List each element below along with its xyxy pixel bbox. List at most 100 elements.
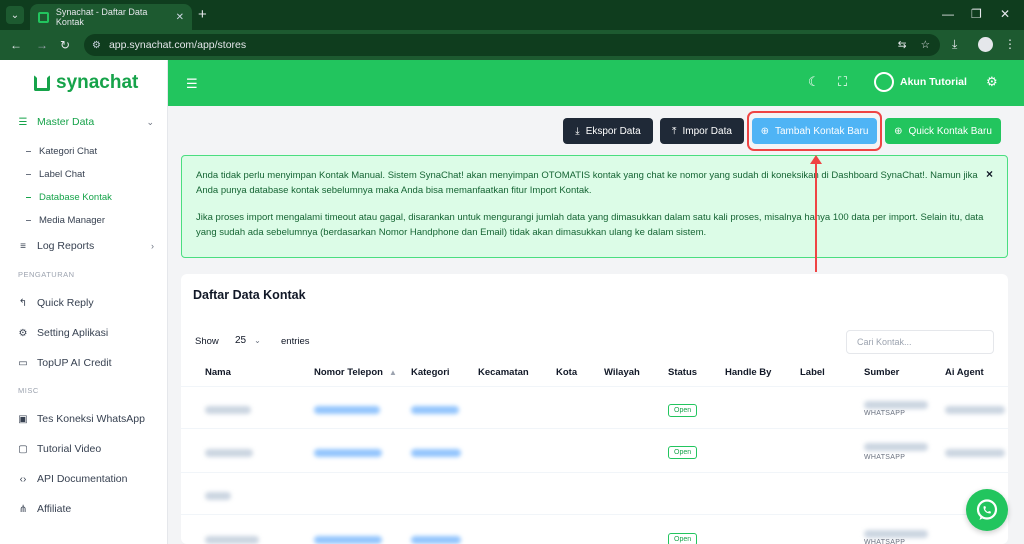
sidebar-item-tutorial-video[interactable]: ▢ Tutorial Video [18,443,154,455]
hamburger-menu-icon[interactable]: ☰ [186,76,198,92]
column-header-wilayah[interactable]: Wilayah [604,367,640,378]
sidebar-item-label-chat[interactable]: Label Chat [26,169,85,180]
redacted-category [411,406,459,414]
card-title: Daftar Data Kontak [193,288,306,302]
whatsapp-chat-button[interactable] [966,489,1008,531]
logo-text: synachat [56,72,139,93]
sidebar-item-topup[interactable]: ▭ TopUP AI Credit [18,357,154,369]
browser-address-bar: ← → ↻ ⚙ app.synachat.com/app/stores ⇆ ☆ … [0,30,1024,60]
alert-paragraph-2: Jika proses import mengalami timeout ata… [196,212,984,238]
impor-data-button[interactable]: ⤒ Impor Data [660,118,744,144]
whatsapp-icon [976,499,998,520]
table-header-divider [181,386,1008,387]
fullscreen-icon[interactable]: ⛶ [838,74,847,90]
section-label-pengaturan: PENGATURAN [18,270,75,279]
redacted-category [411,449,461,457]
sidebar-item-label: Media Manager [39,215,106,226]
forward-icon[interactable]: → [36,38,48,52]
search-kontak-input[interactable] [846,330,994,354]
button-label: Quick Kontak Baru [908,125,992,137]
source-label: WHATSAPP [864,410,906,417]
column-header-status[interactable]: Status [668,367,697,378]
column-header-nama[interactable]: Nama [205,367,231,378]
dash-icon [26,174,31,175]
redacted-source [864,443,928,451]
column-header-handle-by[interactable]: Handle By [725,367,771,378]
tab-close-icon[interactable]: ✕ [176,12,184,23]
column-header-kecamatan[interactable]: Kecamatan [478,367,529,378]
sidebar: synachat ☰ Master Data ⌄ Kategori Chat L… [0,60,168,544]
sidebar-item-setting-aplikasi[interactable]: ⚙ Setting Aplikasi [18,327,154,339]
code-icon: ‹› [19,473,27,485]
sidebar-item-master-data[interactable]: ☰ Master Data ⌄ [18,116,154,128]
redacted-name [205,536,259,544]
status-badge: Open [668,446,698,459]
column-header-nomor-telepon[interactable]: Nomor Telepon ▲ [314,367,397,378]
app-topbar: ☰ ☾ ⛶ Akun Tutorial ⚙ [168,60,1024,106]
user-avatar[interactable] [874,72,894,92]
sidebar-item-label: Log Reports [37,240,95,252]
sidebar-item-label: Affiliate [37,503,72,515]
quick-kontak-baru-button[interactable]: ⊕ Quick Kontak Baru [885,118,1001,144]
network-icon: ⋔ [18,503,28,515]
url-field[interactable]: ⚙ app.synachat.com/app/stores ⇆ ☆ [84,34,940,56]
minimize-icon[interactable]: — [942,7,954,21]
plus-circle-icon: ⊕ [894,125,903,137]
show-label: Show [195,336,219,347]
redacted-source [864,530,928,538]
redacted-agent [945,406,1005,414]
user-name[interactable]: Akun Tutorial [900,76,967,88]
new-tab-icon[interactable]: + [198,6,207,23]
sidebar-item-media-manager[interactable]: Media Manager [26,215,105,226]
entries-label: entries [281,336,310,347]
sidebar-item-label: Tes Koneksi WhatsApp [37,413,145,425]
chevron-right-icon: › [151,241,154,251]
reload-icon[interactable]: ↻ [60,38,70,52]
column-header-kota[interactable]: Kota [556,367,577,378]
bookmark-star-icon[interactable]: ☆ [921,39,930,51]
chevron-down-icon: ⌄ [146,116,154,127]
entries-select[interactable]: 25 ⌄ [227,329,275,351]
sidebar-item-affiliate[interactable]: ⋔ Affiliate [18,503,154,515]
sort-asc-icon: ▲ [388,368,397,377]
sidebar-item-kategori-chat[interactable]: Kategori Chat [26,146,97,157]
alert-paragraph-1: Anda tidak perlu menyimpan Kontak Manual… [196,170,978,196]
column-header-label[interactable]: Label [800,367,825,378]
upload-icon: ⤒ [672,125,677,137]
button-label: Ekspor Data [585,125,641,137]
sidebar-item-log-reports[interactable]: ≡ Log Reports › [18,240,154,252]
sidebar-item-label: Kategori Chat [39,146,98,157]
synachat-logo[interactable]: synachat [34,72,138,94]
sidebar-item-label: Database Kontak [39,192,112,203]
chat-icon: ▣ [18,413,28,425]
entries-value: 25 [235,334,247,346]
redacted-name [205,492,231,500]
back-icon[interactable]: ← [10,38,22,52]
translate-icon[interactable]: ⇆ [898,39,907,51]
browser-menu-icon[interactable]: ⋮ [1004,37,1016,51]
redacted-source [864,401,928,409]
site-info-icon[interactable]: ⚙ [92,40,101,51]
settings-gear-icon[interactable]: ⚙ [986,74,998,90]
window-close-icon[interactable]: ✕ [1000,7,1010,21]
browser-profile-avatar[interactable] [978,37,993,52]
tab-search-icon[interactable]: ⌄ [6,6,24,24]
sidebar-item-api-docs[interactable]: ‹› API Documentation [18,473,154,485]
ekspor-data-button[interactable]: ⤓ Ekspor Data [563,118,653,144]
sidebar-item-tes-koneksi[interactable]: ▣ Tes Koneksi WhatsApp [18,413,154,425]
alert-close-icon[interactable]: × [986,167,993,182]
credit-card-icon: ▭ [18,357,28,369]
column-header-kategori[interactable]: Kategori [411,367,450,378]
column-header-ai-agent[interactable]: Ai Agent [945,367,984,378]
restore-icon[interactable]: ❐ [971,7,982,21]
list-icon: ☰ [18,116,28,128]
sidebar-item-database-kontak[interactable]: Database Kontak [26,192,112,203]
redacted-name [205,406,251,414]
table-row-divider [181,514,1008,515]
dark-mode-moon-icon[interactable]: ☾ [808,74,820,90]
column-header-sumber[interactable]: Sumber [864,367,899,378]
sidebar-item-quick-reply[interactable]: ↰ Quick Reply [18,297,154,309]
download-icon[interactable]: ⤓ [952,37,957,52]
browser-tab[interactable]: Synachat - Daftar Data Kontak ✕ [30,4,192,30]
reply-icon: ↰ [18,297,28,309]
